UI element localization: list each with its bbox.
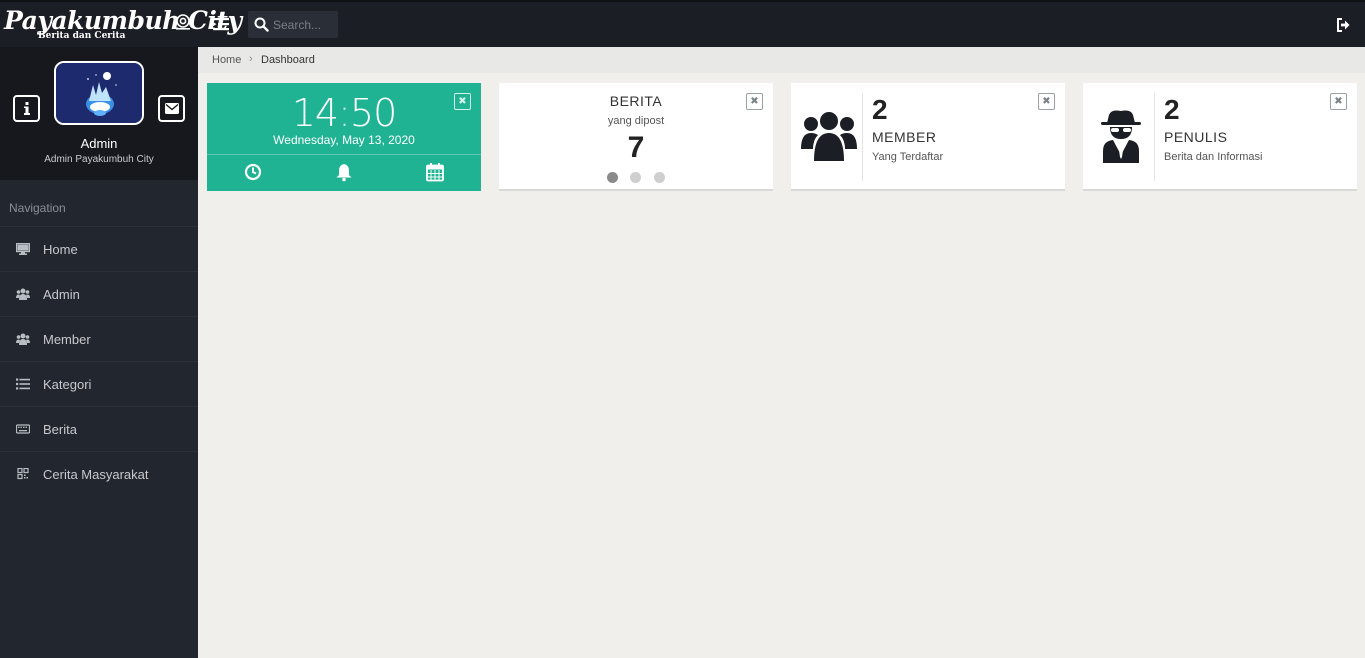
logo-camera-icon [176,14,190,30]
profile-panel: Admin Admin Payakumbuh City [0,47,198,180]
breadcrumb: Home › Dashboard [198,47,1365,73]
users-icon [16,288,30,300]
qrcode-icon [17,468,29,480]
berita-count: 7 [627,131,645,164]
nav-list: Home Admin Member Kategori Berita Cerita… [0,226,198,496]
breadcrumb-home[interactable]: Home [212,54,241,66]
top-navbar: Payakumbuh City Berita dan Cerita [0,0,1365,47]
user-secret-icon [1101,110,1141,163]
sidebar: Admin Admin Payakumbuh City Navigation H… [0,47,198,658]
member-subtitle: Yang Terdaftar [872,151,944,163]
sidebar-item-berita[interactable]: Berita [0,406,198,451]
widget-close-button[interactable]: ✖ [1038,93,1055,110]
close-icon: ✖ [1334,95,1343,107]
navigation-heading: Navigation [9,201,66,215]
clock-icon[interactable] [243,162,263,182]
avatar-image [56,63,142,123]
penulis-title: PENULIS [1164,129,1228,145]
carousel-indicators [606,172,666,183]
avatar[interactable] [54,61,144,125]
info-button[interactable] [13,95,40,122]
sidebar-item-member[interactable]: Member [0,316,198,361]
sidebar-item-home[interactable]: Home [0,226,198,271]
info-icon [23,102,30,115]
close-icon: ✖ [1042,95,1051,107]
widget-divider [862,93,863,181]
profile-role: Admin Payakumbuh City [44,154,154,165]
clock-button-bar [207,154,481,191]
sidebar-item-cerita-masyarakat[interactable]: Cerita Masyarakat [0,451,198,496]
widget-close-button[interactable]: ✖ [1330,93,1347,110]
clock-minutes: 50 [349,91,397,135]
clock-date: Wednesday, May 13, 2020 [273,133,415,147]
logo-subtitle: Berita dan Cerita [38,31,126,41]
berita-widget: ✖ BERITA yang dipost 7 [499,83,773,191]
carousel-dot[interactable] [654,172,665,183]
calendar-icon[interactable] [425,162,445,182]
berita-title: BERITA [609,93,663,109]
logout-icon[interactable] [1336,18,1350,32]
member-count: 2 [872,94,888,125]
sidebar-item-label: Cerita Masyarakat [43,467,149,482]
penulis-subtitle: Berita dan Informasi [1164,151,1263,163]
envelope-icon [164,103,179,114]
penulis-count: 2 [1164,94,1180,125]
search-input[interactable] [273,15,335,34]
clock-colon: : [338,91,351,135]
breadcrumb-separator: › [249,53,253,65]
bell-icon[interactable] [334,162,354,182]
widget-divider [1154,93,1155,181]
clock-widget: ✖ 14:50 Wednesday, May 13, 2020 [207,83,481,191]
clock-time: 14:50 [207,91,481,135]
users-group-icon [801,112,857,161]
desktop-icon [16,243,30,255]
users-icon [16,333,30,345]
carousel-dot[interactable] [630,172,641,183]
penulis-widget: ✖ 2 PENULIS Berita dan Informasi [1083,83,1357,191]
sidebar-item-label: Berita [43,422,77,437]
member-widget: ✖ 2 MEMBER Yang Terdaftar [791,83,1065,191]
keyboard-icon [16,424,30,434]
logo[interactable]: Payakumbuh City Berita dan Cerita [0,2,242,47]
sidebar-item-admin[interactable]: Admin [0,271,198,316]
profile-name: Admin [80,136,118,151]
berita-subtitle: yang dipost [607,115,665,127]
sidebar-item-kategori[interactable]: Kategori [0,361,198,406]
breadcrumb-current: Dashboard [261,54,315,66]
carousel-dot[interactable] [607,172,618,183]
sidebar-item-label: Admin [43,287,80,302]
search-box [248,11,338,38]
mail-button[interactable] [158,95,185,122]
member-title: MEMBER [872,129,937,145]
sidebar-item-label: Member [43,332,91,347]
search-icon [254,17,269,32]
sidebar-toggle-icon[interactable] [212,16,230,32]
clock-hours: 14 [291,91,339,135]
sidebar-item-label: Home [43,242,78,257]
sidebar-item-label: Kategori [43,377,92,392]
list-icon [16,378,30,390]
